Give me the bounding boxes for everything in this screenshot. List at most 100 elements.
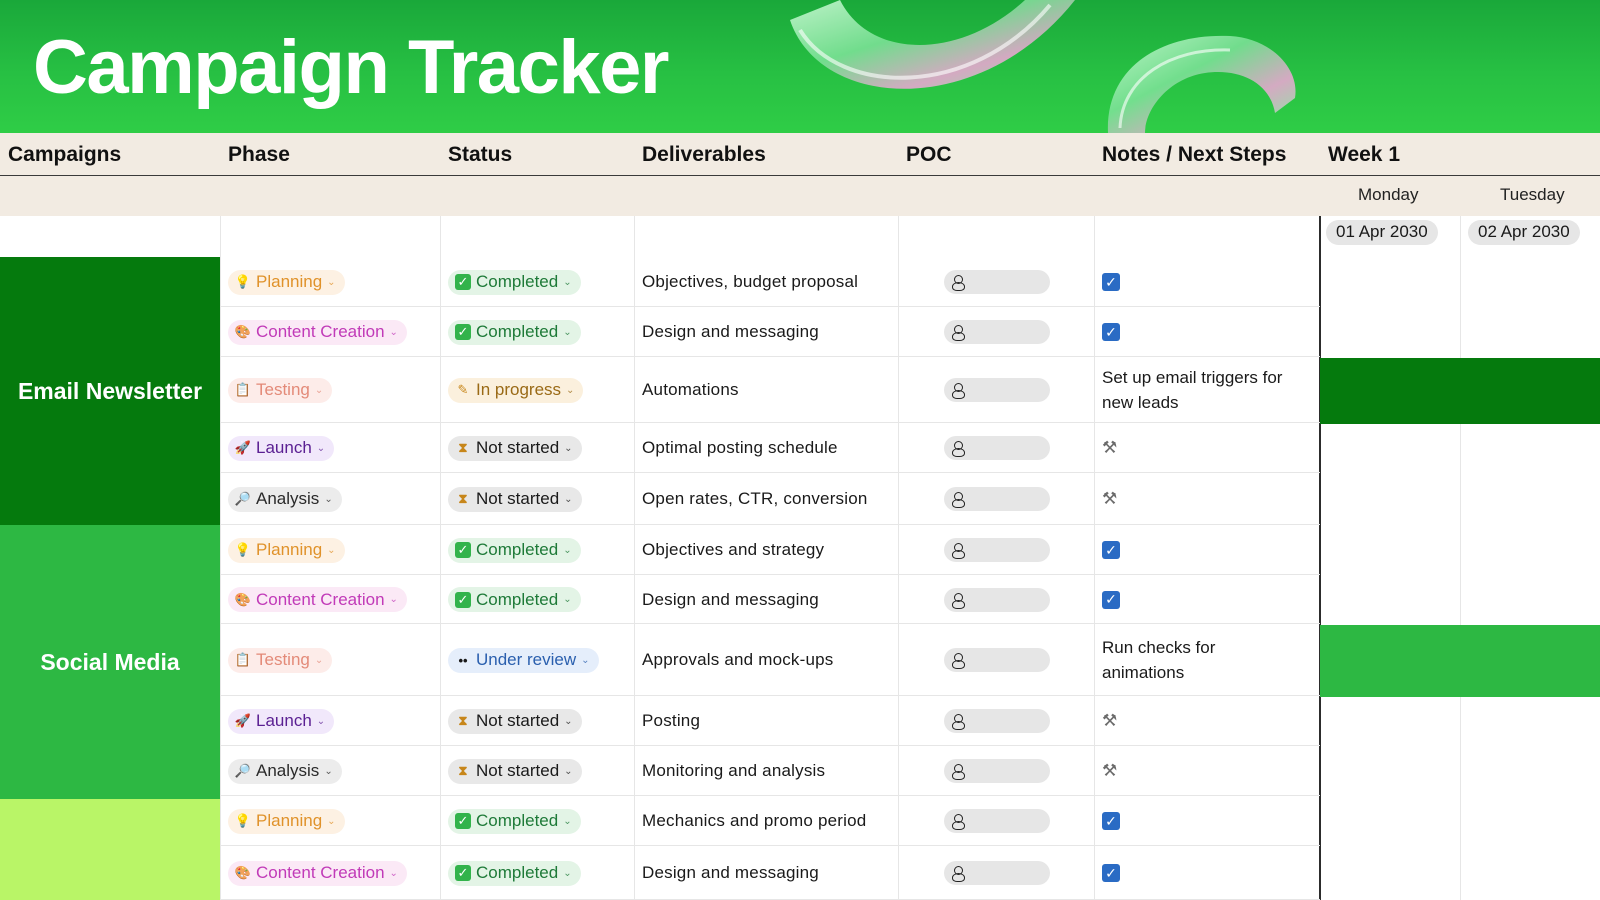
header-campaigns[interactable]: Campaigns: [8, 143, 121, 167]
deliverable-text: Open rates, CTR, conversion: [642, 489, 868, 508]
poc-person-field[interactable]: [944, 861, 1050, 885]
magnifier-icon: 🔎: [234, 763, 252, 778]
timeline-bar-social-testing[interactable]: [1320, 625, 1600, 697]
chevron-down-icon: ⌄: [564, 442, 573, 454]
chevron-down-icon: ⌄: [389, 594, 398, 605]
poc-person-field[interactable]: [944, 436, 1050, 460]
phase-dropdown[interactable]: 🔎 Analysis ⌄: [228, 486, 342, 512]
check-mark-icon: ✓: [455, 542, 471, 558]
person-icon: [952, 714, 965, 730]
phase-dropdown[interactable]: 🎨 Content Creation ⌄: [228, 587, 407, 612]
poc-person-field[interactable]: [944, 487, 1050, 511]
phase-dropdown[interactable]: 🎨 Content Creation ⌄: [228, 860, 407, 886]
status-label: Not started: [476, 761, 560, 780]
poc-person-field[interactable]: [944, 809, 1050, 833]
status-dropdown[interactable]: ✓ Completed ⌄: [448, 808, 581, 834]
rocket-icon: 🚀: [234, 440, 252, 455]
header-notes[interactable]: Notes / Next Steps: [1102, 143, 1286, 167]
deliverable-text: Design and messaging: [642, 322, 819, 341]
decorative-ring-graphic: [790, 0, 1075, 89]
checkbox-icon[interactable]: ✓: [1102, 812, 1120, 830]
phase-label: Launch: [256, 711, 312, 730]
person-icon: [952, 492, 965, 508]
title-banner: Campaign Tracker: [0, 0, 1600, 133]
phase-dropdown[interactable]: 🚀 Launch ⌄: [228, 708, 335, 734]
poc-person-field[interactable]: [944, 759, 1050, 783]
status-dropdown[interactable]: ⧗ Not started ⌄: [448, 758, 582, 784]
chevron-down-icon: ⌄: [389, 867, 398, 879]
phase-label: Analysis: [256, 761, 320, 780]
chevron-down-icon: ⌄: [566, 384, 575, 396]
status-dropdown[interactable]: ✓ Completed ⌄: [448, 587, 581, 612]
header-week[interactable]: Week 1: [1328, 143, 1400, 167]
status-label: Not started: [476, 711, 560, 730]
phase-dropdown[interactable]: 🔎 Analysis ⌄: [228, 758, 342, 784]
note-line: Set up email triggers for: [1102, 368, 1283, 387]
phase-label: Content Creation: [256, 589, 385, 609]
poc-person-field[interactable]: [944, 587, 1050, 612]
status-dropdown[interactable]: ⧗ Not started ⌄: [448, 435, 582, 461]
note-line: new leads: [1102, 393, 1179, 412]
checkbox-icon[interactable]: ✓: [1102, 541, 1120, 559]
lightbulb-icon: 💡: [234, 542, 252, 557]
person-icon: [952, 543, 965, 559]
deliverable-text: Approvals and mock-ups: [642, 650, 834, 669]
chevron-down-icon: ⌄: [581, 654, 590, 666]
poc-person-field[interactable]: [944, 320, 1050, 344]
phase-dropdown[interactable]: 💡 Planning ⌄: [228, 808, 345, 834]
check-mark-icon: ✓: [455, 324, 471, 340]
tools-icon: ⚒: [1102, 438, 1118, 457]
status-dropdown[interactable]: ✓ Completed ⌄: [448, 860, 581, 886]
note-text[interactable]: Run checks for animations: [1102, 635, 1215, 685]
deliverable-text: Objectives, budget proposal: [642, 272, 859, 291]
check-mark-icon: ✓: [455, 813, 471, 829]
header-deliverables[interactable]: Deliverables: [642, 143, 766, 167]
chevron-down-icon: ⌄: [564, 715, 573, 727]
lightbulb-icon: 💡: [234, 813, 252, 828]
status-label: Completed: [476, 272, 559, 291]
campaign-social-media[interactable]: Social Media: [0, 525, 220, 799]
chevron-down-icon: ⌄: [327, 544, 336, 556]
header-poc[interactable]: POC: [906, 143, 952, 167]
phase-label: Analysis: [256, 489, 320, 508]
phase-dropdown[interactable]: 📋 Testing ⌄: [228, 647, 333, 673]
deliverable-text: Posting: [642, 711, 701, 730]
tracker-table: 01 Apr 2030 02 Apr 2030 Email Newsletter…: [0, 216, 1600, 900]
header-status[interactable]: Status: [448, 143, 512, 167]
phase-dropdown[interactable]: 💡 Planning ⌄: [228, 537, 345, 563]
status-dropdown[interactable]: •• Under review ⌄: [448, 647, 599, 673]
page-title: Campaign Tracker: [33, 25, 669, 110]
campaign-label: Social Media: [40, 648, 180, 675]
status-dropdown[interactable]: ✎ In progress ⌄: [448, 377, 584, 403]
status-dropdown[interactable]: ✓ Completed ⌄: [448, 319, 581, 345]
phase-dropdown[interactable]: 💡 Planning ⌄: [228, 269, 345, 295]
deliverable-text: Design and messaging: [642, 863, 819, 882]
status-dropdown[interactable]: ⧗ Not started ⌄: [448, 708, 582, 734]
status-label: Completed: [476, 863, 559, 882]
checkbox-icon[interactable]: ✓: [1102, 273, 1120, 291]
status-dropdown[interactable]: ✓ Completed ⌄: [448, 537, 581, 563]
header-phase[interactable]: Phase: [228, 143, 290, 167]
poc-person-field[interactable]: [944, 709, 1050, 733]
date-badge-tuesday: 02 Apr 2030: [1468, 220, 1580, 245]
poc-person-field[interactable]: [944, 378, 1050, 402]
status-dropdown[interactable]: ⧗ Not started ⌄: [448, 486, 582, 512]
date-badge-monday: 01 Apr 2030: [1326, 220, 1438, 245]
poc-person-field[interactable]: [944, 270, 1050, 294]
campaign-email-newsletter[interactable]: Email Newsletter: [0, 257, 220, 525]
phase-dropdown[interactable]: 🚀 Launch ⌄: [228, 435, 335, 461]
status-dropdown[interactable]: ✓ Completed ⌄: [448, 269, 581, 295]
person-icon: [952, 325, 965, 341]
poc-person-field[interactable]: [944, 538, 1050, 562]
chevron-down-icon: ⌄: [324, 765, 333, 777]
phase-dropdown[interactable]: 🎨 Content Creation ⌄: [228, 319, 407, 345]
timeline-bar-email-testing[interactable]: [1320, 358, 1600, 424]
checkbox-icon[interactable]: ✓: [1102, 323, 1120, 341]
checkbox-icon[interactable]: ✓: [1102, 864, 1120, 882]
phase-dropdown[interactable]: 📋 Testing ⌄: [228, 377, 333, 403]
checkbox-icon[interactable]: ✓: [1102, 590, 1120, 609]
poc-person-field[interactable]: [944, 648, 1050, 672]
phase-label: Planning: [256, 272, 323, 291]
note-text[interactable]: Set up email triggers for new leads: [1102, 365, 1282, 415]
campaign-third[interactable]: [0, 799, 220, 900]
